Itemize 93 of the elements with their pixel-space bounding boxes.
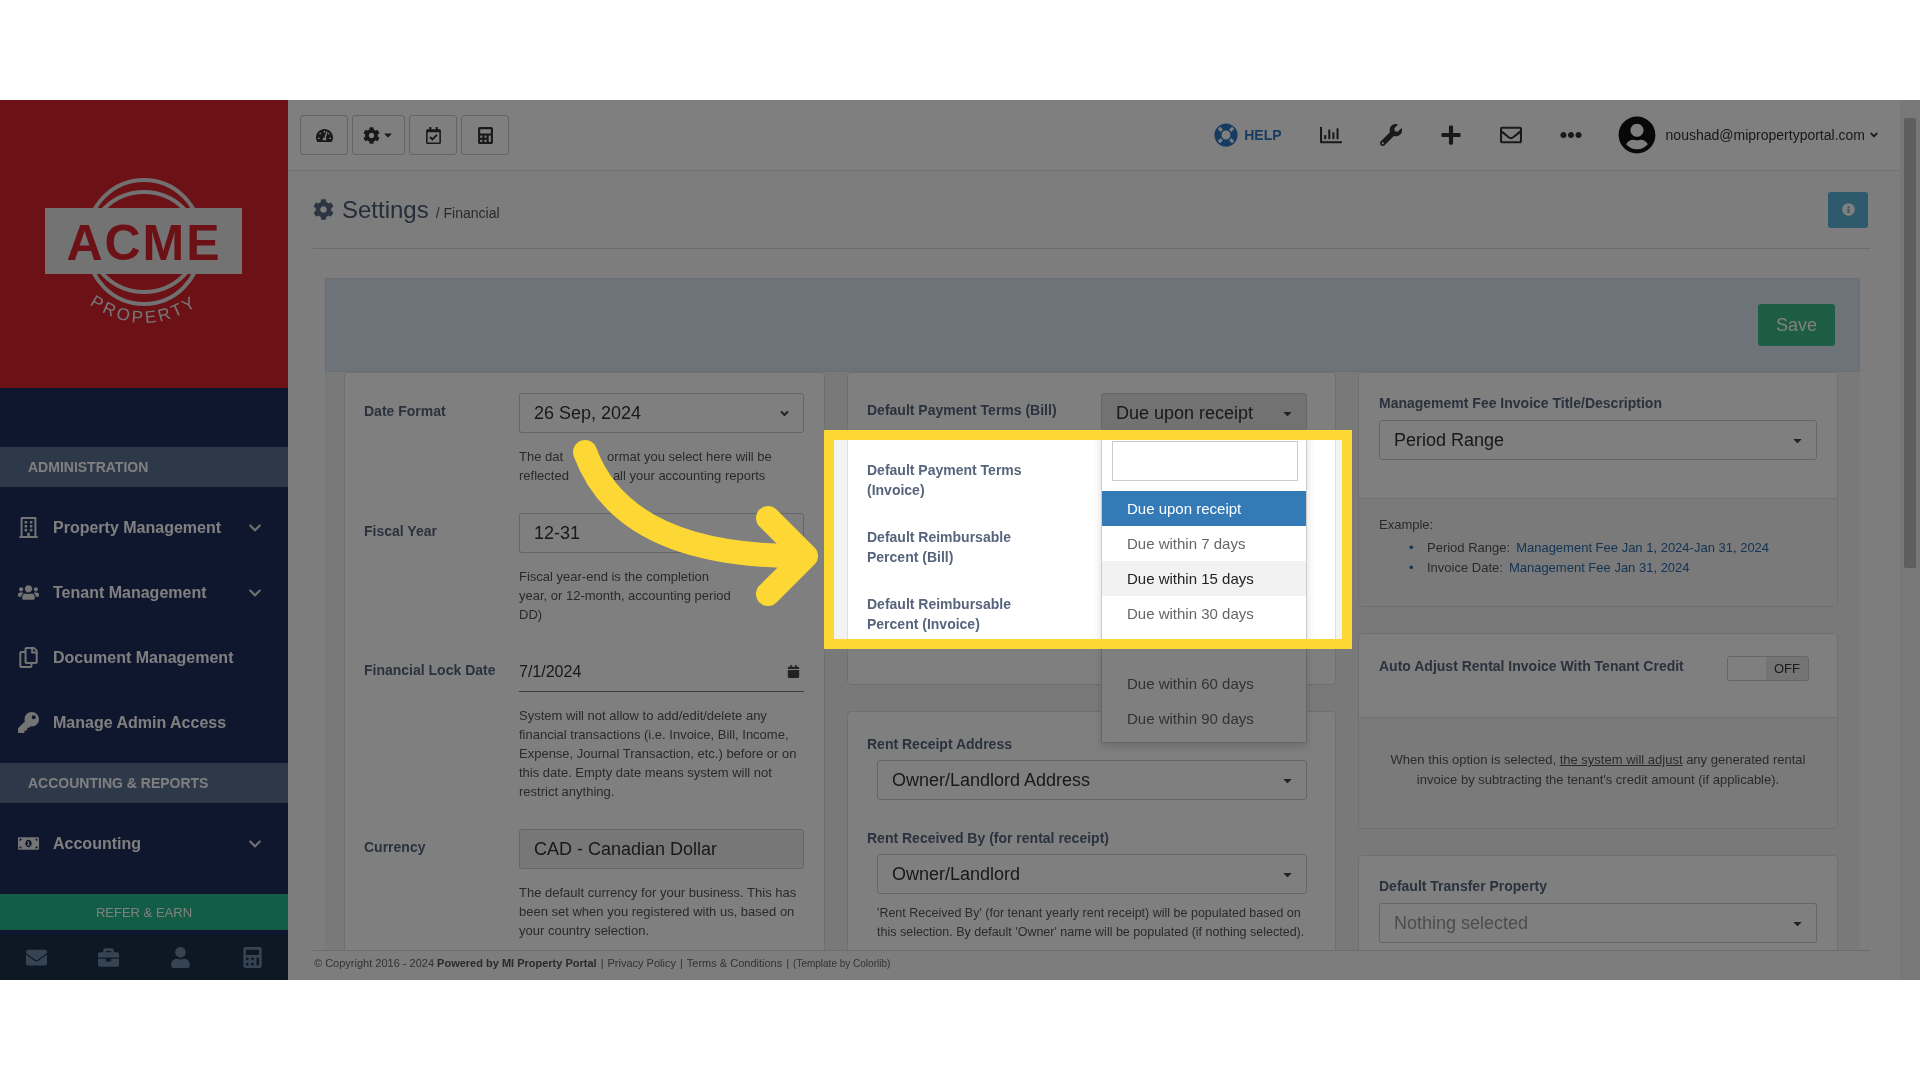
field-label: Default Payment Terms (Invoice) [867,461,1023,500]
page-title: Settings [342,195,429,224]
building-icon [18,517,39,538]
toggle-switch[interactable]: OFF [1727,656,1809,681]
field-label: Managememt Fee Invoice Title/Description [1379,395,1663,411]
field-label: Date Format [364,402,447,421]
nav-item[interactable]: Property Management [0,495,288,560]
field-label: Default Reimbursable Percent (Bill) [867,528,1012,567]
help-text: year, or 12-month, accounting period [519,587,731,605]
note-text: When this option is selected, the system will adjust any generated rental invoice by subtracting the tenant's credit amount (if applicable). [1389,751,1807,789]
avatar-icon[interactable] [1617,116,1656,154]
separator: | [679,957,683,969]
help-text: The default currency for your business. This has been set when you registered with us, based on your country selection. [519,884,798,940]
example-name: Period Range: [1427,539,1511,557]
section-header: ADMINISTRATION [0,447,288,487]
section-header: ACCOUNTING & REPORTS [0,763,288,803]
note-link[interactable]: the system will adjust [1559,752,1683,767]
envelope-icon[interactable] [1499,124,1522,146]
help-text: reflected [519,467,569,485]
bar-chart-icon[interactable] [1319,124,1342,146]
field-label: Default Reimbursable Percent (Invoice) [867,595,1012,634]
dropdown-option[interactable]: Due within 60 days [1102,666,1306,701]
nav-item[interactable]: Document Management [0,625,288,690]
help-text: The dat [519,448,564,466]
date-format-select[interactable]: 26 Sep, 2024 [519,393,804,433]
select-field[interactable]: Owner/Landlord Address [877,760,1307,800]
example-value: Management Fee Jan 31, 2024 [1508,559,1690,577]
footer-link[interactable]: Terms & Conditions [686,957,783,969]
nav-label: Property Management [53,518,223,537]
select-field[interactable]: Owner/Landlord [877,854,1307,894]
field-label: Financial Lock Date [364,661,497,680]
toolbar-button[interactable] [352,115,405,155]
gear-icon [363,126,380,144]
gear-icon [313,199,334,220]
payment-terms-select[interactable]: Due upon receipt [1101,393,1307,433]
readonly-field: CAD - Canadian Dollar [519,829,804,869]
help-text: 'Rent Received By' (for tenant yearly rent receipt) will be populated based on this selection. By default 'Owner' name will be populated (if nothing selected). [877,905,1306,941]
example-value: Management Fee Jan 1, 2024-Jan 31, 2024 [1516,539,1770,557]
nav-item[interactable]: Accounting [0,811,288,876]
key-icon [18,712,39,733]
dropdown-option[interactable]: Due upon receipt [1102,491,1306,526]
wrench-icon[interactable] [1379,124,1402,146]
toolbar-button[interactable] [300,115,348,155]
example-title: Example: [1379,517,1435,532]
help-link[interactable]: HELP [1214,123,1282,147]
bullet: • [1409,559,1415,577]
footer-link[interactable]: Privacy Policy [607,957,676,969]
info-icon [1841,203,1855,216]
select-field[interactable]: Period Range [1379,420,1817,460]
separator: | [600,957,604,969]
nav-item[interactable]: Tenant Management [0,560,288,625]
field-label: Rent Receipt Address [867,736,1013,752]
copyright-text: © Copyright 2016 - 2024 Powered by MI Property Portal [314,957,597,969]
date-field[interactable]: 7/1/2024 [519,652,804,692]
bullet: • [1409,539,1415,557]
help-text: all your accounting reports [612,467,766,485]
help-text: ormat you select here will be [607,448,772,466]
calendar-check-icon [424,126,442,144]
lifebuoy-icon [1214,123,1239,147]
plus-icon[interactable] [1439,124,1462,146]
field-label: Rent Received By (for rental receipt) [867,830,1110,846]
toolbar-button[interactable] [461,115,509,155]
field-label: Currency [364,838,427,857]
toolbar-button[interactable] [409,115,457,155]
users-icon [18,582,39,603]
help-text: Fiscal year-end is the completion [519,568,710,586]
gauge-icon [315,126,333,144]
dropdown-option[interactable]: Due within 15 days [1102,561,1306,596]
dropdown-option[interactable]: Due within 90 days [1102,701,1306,736]
dropdown-option[interactable]: Due within 7 days [1102,526,1306,561]
nav-item[interactable]: Manage Admin Access [0,690,288,755]
calculator-icon [476,126,494,144]
nav-label: Accounting [53,834,142,853]
calendar-icon [787,665,800,678]
documents-icon [18,647,39,668]
dropdown-option[interactable]: Due within 30 days [1102,596,1306,631]
nav-label: Tenant Management [53,583,208,602]
separator: | [786,957,790,969]
help-text: System will not allow to add/edit/delete any financial transactions (i.e. Invoice, Bill, Income, Expense, Journal Transaction, etc.) before or on this date. Empty date means system will not restrict anything. [519,707,798,801]
field-label: Default Payment Terms (Bill) [867,401,1058,420]
credit-text: (Template by Colorlib) [793,957,891,969]
acme-logo: ACME PROPERTY [0,100,288,388]
scrollbar[interactable] [1900,100,1920,980]
search-field[interactable] [1112,441,1298,481]
breadcrumb: / Financial [435,204,500,221]
user-menu[interactable]: noushad@mipropertyportal.com [1665,127,1880,143]
field-label: Auto Adjust Rental Invoice With Tenant Credit [1379,657,1684,676]
help-text: DD) [519,606,543,624]
nav-label: Document Management [53,648,235,667]
example-name: Invoice Date: [1427,559,1503,577]
nav-label: Manage Admin Access [53,713,228,732]
field-label: Fiscal Year [364,522,438,541]
field-label: Default Transfer Property [1379,878,1549,894]
